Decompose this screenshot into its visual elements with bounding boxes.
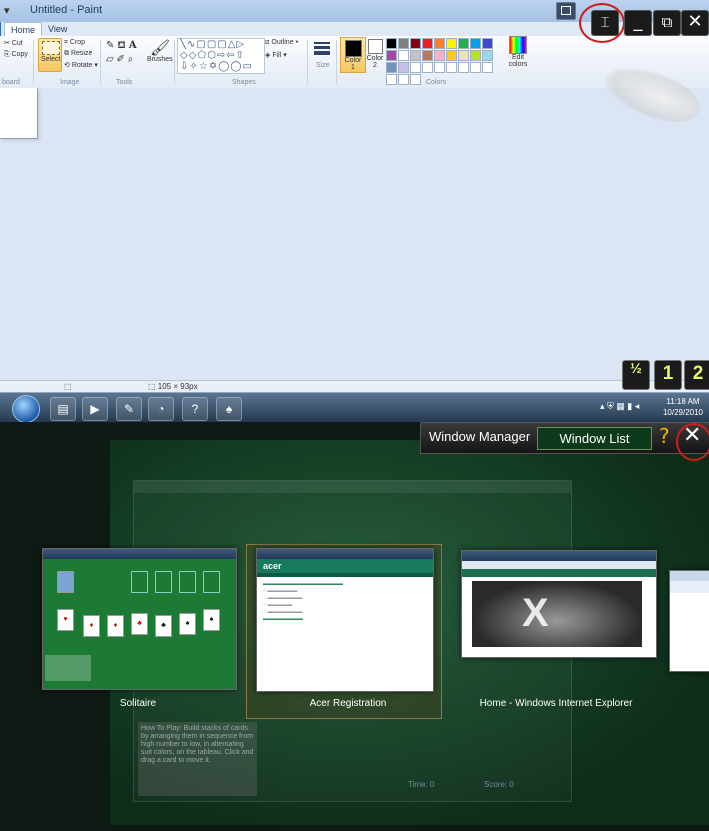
- palette-swatch[interactable]: [410, 62, 421, 73]
- screen-one-button[interactable]: 1: [654, 360, 682, 390]
- restore-button[interactable]: ⧉: [653, 10, 681, 36]
- ribbon: ✂ Cut ⎘ Copy board Select ⌗ Crop ⧉ Resiz…: [0, 36, 709, 89]
- palette-swatch[interactable]: [482, 38, 493, 49]
- palette-swatch[interactable]: [446, 50, 457, 61]
- explorer-thumbnail[interactable]: [669, 570, 709, 672]
- cut-button[interactable]: ✂ Cut: [4, 39, 23, 47]
- clock[interactable]: 11:18 AM 10/29/2010: [663, 396, 703, 418]
- ghost-time: Time: 0: [408, 780, 435, 789]
- palette-swatch[interactable]: [386, 38, 397, 49]
- minimize-button[interactable]: _: [624, 10, 652, 36]
- color1-button[interactable]: Color 1: [340, 37, 366, 73]
- app-taskbar-icon[interactable]: ◔: [148, 397, 174, 421]
- pencil-fill-text-icons[interactable]: ✎ ⛾ A: [106, 40, 137, 53]
- half-screen-button[interactable]: ½: [622, 360, 650, 390]
- edit-colors-button[interactable]: Edit colors: [507, 54, 529, 68]
- paint-taskbar-icon[interactable]: ✎: [116, 397, 142, 421]
- highlight-circle: [579, 3, 625, 43]
- image-group-label: Image: [60, 79, 80, 86]
- window-title: Untitled - Paint: [30, 4, 103, 16]
- acer-registration-label: Acer Registration: [309, 698, 387, 709]
- help-icon[interactable]: ?: [659, 424, 670, 448]
- select-button[interactable]: Select: [38, 38, 62, 72]
- palette-swatch[interactable]: [446, 38, 457, 49]
- palette-swatch[interactable]: [386, 62, 397, 73]
- window-manager-title: Window Manager: [429, 429, 531, 444]
- palette-swatch[interactable]: [398, 62, 409, 73]
- media-player-taskbar-icon[interactable]: ▶: [82, 397, 108, 421]
- window-list-button[interactable]: Window List: [537, 427, 652, 450]
- acer-registration-thumbnail[interactable]: acer ▬▬▬▬▬▬▬▬▬▬▬▬▬▬▬▬ ○ ▬▬▬▬▬▬ ○ ▬▬▬▬▬▬▬ ○ …: [256, 548, 434, 692]
- screen-two-button[interactable]: 2: [684, 360, 709, 390]
- help-taskbar-icon[interactable]: ?: [182, 397, 208, 421]
- palette-swatch[interactable]: [434, 50, 445, 61]
- palette-swatch[interactable]: [422, 38, 433, 49]
- palette-swatch[interactable]: [470, 38, 481, 49]
- solitaire-label: Solitaire: [119, 698, 157, 709]
- tools-group-label: Tools: [116, 79, 133, 86]
- clipboard-group-label: board: [2, 79, 20, 86]
- fill-button[interactable]: ◈ Fill ▾: [265, 51, 287, 59]
- resize-button[interactable]: ⧉ Resize: [64, 50, 92, 58]
- palette-swatch[interactable]: [422, 50, 433, 61]
- palette-swatch[interactable]: [470, 62, 481, 73]
- size-button[interactable]: Size: [316, 62, 330, 69]
- image-size-status: ⬚ 105 × 93px: [148, 382, 198, 391]
- palette-swatch[interactable]: [434, 38, 445, 49]
- colors-group-label: Colors: [426, 79, 447, 86]
- palette-swatch[interactable]: [458, 62, 469, 73]
- edit-colors-icon[interactable]: [509, 36, 527, 54]
- window-manager-header: Window Manager Window List ? ✕: [420, 422, 709, 454]
- taskbar: ▤ ▶ ✎ ◔ ? ♠ ▴ ⛨ ▦ ▮ ◂ 11:18 AM 10/29/201…: [0, 392, 709, 423]
- palette-swatch[interactable]: [434, 62, 445, 73]
- shapes-group-label: Shapes: [232, 79, 256, 86]
- outline-button[interactable]: ⧄ Outline ▾: [265, 39, 298, 47]
- palette-swatch[interactable]: [482, 62, 493, 73]
- palette-swatch[interactable]: [482, 50, 493, 61]
- explorer-taskbar-icon[interactable]: ▤: [50, 397, 76, 421]
- window-manager: How To Play: Build stacks of cards by ar…: [0, 422, 709, 831]
- palette-swatch[interactable]: [422, 62, 433, 73]
- palette-swatch[interactable]: [410, 50, 421, 61]
- window-layout-icon[interactable]: [556, 2, 576, 20]
- palette-swatch[interactable]: [410, 74, 421, 85]
- palette-swatch[interactable]: [386, 50, 397, 61]
- canvas-area[interactable]: [0, 88, 709, 380]
- drawing-canvas[interactable]: [0, 88, 38, 139]
- start-button[interactable]: [12, 395, 40, 423]
- brushes-icon[interactable]: 🖌: [150, 38, 170, 58]
- ghost-help-text: How To Play: Build stacks of cards by ar…: [138, 722, 257, 796]
- internet-explorer-thumbnail[interactable]: X: [461, 550, 657, 658]
- palette-swatch[interactable]: [458, 50, 469, 61]
- system-tray-icons[interactable]: ▴ ⛨ ▦ ▮ ◂: [600, 401, 639, 412]
- brushes-button[interactable]: Brushes: [147, 56, 173, 63]
- close-window-button[interactable]: ✕: [681, 10, 709, 36]
- palette-swatch[interactable]: [398, 74, 409, 85]
- paint-window: ▾ Untitled - Paint Home View ✂ Cut ⎘ Cop…: [0, 0, 709, 392]
- copy-button[interactable]: ⎘ Copy: [4, 51, 28, 59]
- palette-swatch[interactable]: [446, 62, 457, 73]
- solitaire-thumbnail[interactable]: ♥ ♦ ♦ ♣ ♣ ♠ ♠: [42, 548, 237, 690]
- palette-swatch[interactable]: [458, 38, 469, 49]
- quick-access-toolbar[interactable]: ▾: [4, 4, 10, 17]
- status-bar: ⬚ ⬚ 105 × 93px: [0, 380, 709, 392]
- ghost-score: Score: 0: [484, 780, 514, 789]
- palette-swatch[interactable]: [386, 74, 397, 85]
- size-icon[interactable]: [314, 42, 330, 56]
- palette-swatch[interactable]: [398, 38, 409, 49]
- palette-swatch[interactable]: [398, 50, 409, 61]
- palette-swatch[interactable]: [470, 50, 481, 61]
- selection-icon: ⬚: [64, 382, 72, 391]
- tab-home[interactable]: Home: [4, 22, 43, 37]
- internet-explorer-label: Home - Windows Internet Explorer: [479, 698, 633, 709]
- select-icon: [42, 41, 60, 55]
- tab-view[interactable]: View: [42, 22, 73, 36]
- solitaire-taskbar-icon[interactable]: ♠: [216, 397, 242, 421]
- close-highlight-circle: [676, 423, 709, 461]
- crop-button[interactable]: ⌗ Crop: [64, 39, 85, 47]
- shapes-gallery[interactable]: ╲∿▢▢▢△▷ ◇◇⬠⬡⇨⇦⇧ ⇩✧☆✡◯◯▭: [177, 38, 265, 74]
- eraser-picker-magnifier-icons[interactable]: ▱ ✐ ⌕: [106, 54, 133, 65]
- palette-swatch[interactable]: [410, 38, 421, 49]
- rotate-button[interactable]: ⟲ Rotate ▾: [64, 61, 98, 69]
